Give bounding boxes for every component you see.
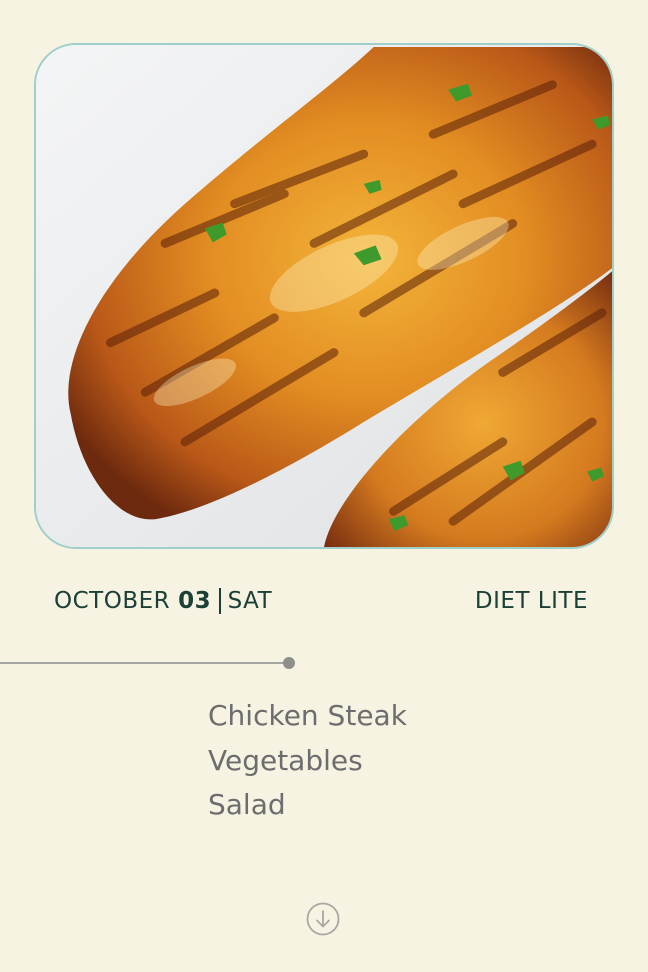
date-separator xyxy=(219,588,221,614)
date-weekday: SAT xyxy=(227,588,273,614)
menu-item: Salad xyxy=(208,788,286,821)
date-day: 03 xyxy=(178,588,212,614)
scroll-down-button[interactable] xyxy=(306,902,340,936)
menu-item: Chicken Steak xyxy=(208,699,407,732)
date-month: OCTOBER xyxy=(54,588,171,614)
meal-menu-list: Chicken Steak Vegetables Salad xyxy=(208,694,407,828)
timeline-dot xyxy=(283,657,295,669)
arrow-down-circle-icon xyxy=(306,902,340,936)
meal-photo xyxy=(34,43,614,549)
timeline-divider xyxy=(0,662,287,664)
menu-item: Vegetables xyxy=(208,743,363,777)
grilled-chicken-image xyxy=(36,45,612,547)
date-heading: OCTOBER 03 SAT xyxy=(54,588,272,614)
plan-label: DIET LITE xyxy=(474,588,588,614)
